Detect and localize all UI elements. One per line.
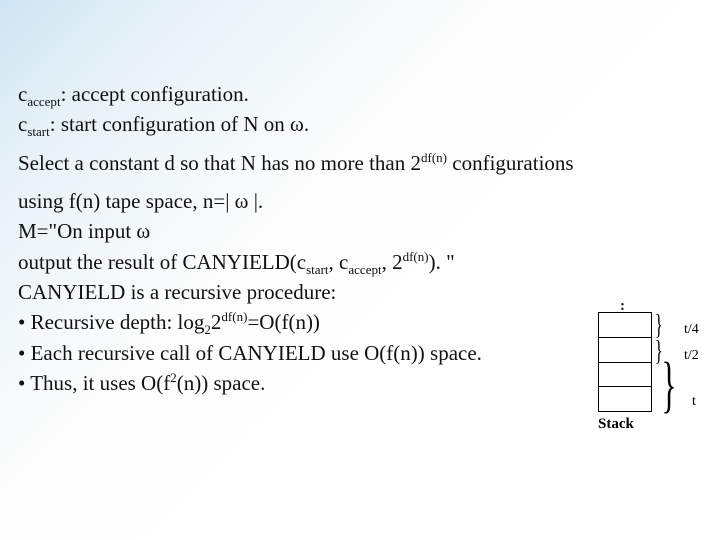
line-select: Select a constant d so that N has no mor… — [18, 149, 702, 177]
brace-icon: } — [661, 350, 676, 421]
sel-c: configurations — [447, 151, 574, 175]
sub-accept: accept — [27, 94, 60, 109]
out-g: ). " — [429, 250, 455, 274]
cell-3 — [599, 362, 651, 387]
stack-figure: : } } } t/4 t/2 t Stack — [598, 312, 714, 444]
c1: c — [18, 82, 27, 106]
stack-box — [598, 312, 652, 412]
line-caccept: caccept: accept configuration. — [18, 80, 702, 108]
d-sup: df(n) — [221, 309, 247, 324]
line-cstart: cstart: start configuration of N on ω. — [18, 110, 702, 138]
out-e: , 2 — [382, 250, 403, 274]
out-a: output the result of CANYIELD(c — [18, 250, 306, 274]
c2: c — [18, 112, 27, 136]
out-c: , c — [329, 250, 349, 274]
cell-4 — [599, 386, 651, 411]
txt-start: : start configuration of N on ω. — [50, 112, 309, 136]
sel-a: Select a constant d so that N has no mor… — [18, 151, 421, 175]
txt-accept: : accept configuration. — [61, 82, 249, 106]
th-c: (n)) space. — [177, 371, 266, 395]
line-canyield: CANYIELD is a recursive procedure: — [18, 278, 702, 306]
line-using: using f(n) tape space, n=| ω |. — [18, 187, 702, 215]
label-t4: t/4 — [684, 322, 699, 338]
out-sub2: accept — [348, 262, 381, 277]
d-c: 2 — [211, 310, 222, 334]
sel-sup: df(n) — [421, 150, 447, 165]
d-a: • Recursive depth: log — [18, 310, 204, 334]
out-sup: df(n) — [403, 249, 429, 264]
label-stack: Stack — [598, 416, 634, 433]
d-e: =O(f(n)) — [247, 310, 319, 334]
dots-icon: : — [620, 298, 625, 315]
sub-start: start — [27, 125, 49, 140]
label-t: t — [692, 394, 696, 410]
cell-2 — [599, 337, 651, 362]
label-t2: t/2 — [684, 348, 699, 364]
out-sub1: start — [306, 262, 328, 277]
line-m: M="On input ω — [18, 217, 702, 245]
cell-1 — [599, 313, 651, 337]
line-output: output the result of CANYIELD(cstart, ca… — [18, 248, 702, 276]
th-a: • Thus, it uses O(f — [18, 371, 170, 395]
